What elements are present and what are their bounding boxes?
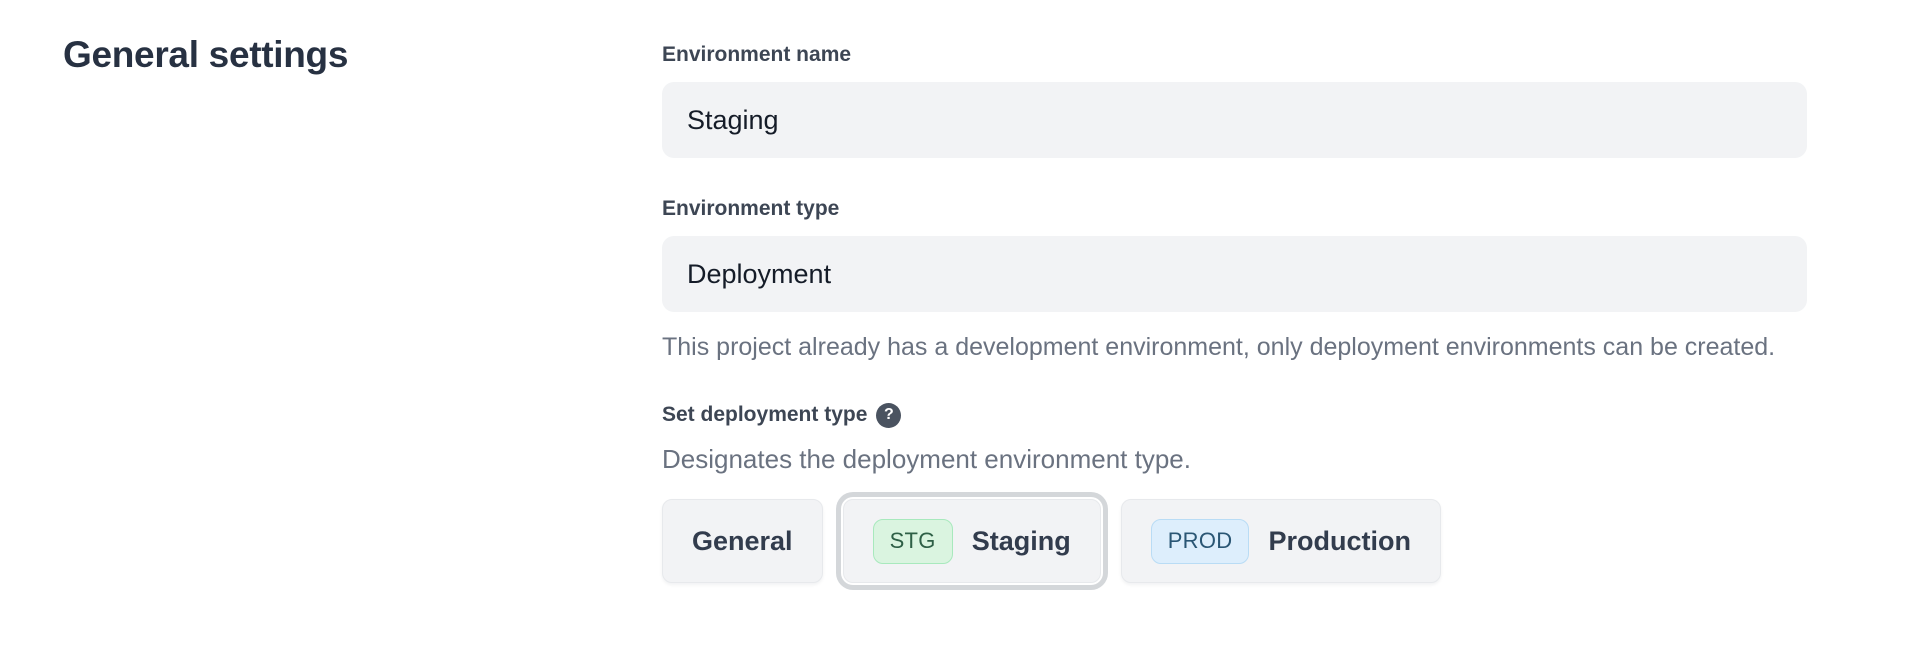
deployment-type-option-staging[interactable]: STG Staging	[843, 499, 1101, 583]
settings-form: Environment name Environment type This p…	[662, 0, 1807, 593]
deployment-type-section: Set deployment type ? Designates the dep…	[662, 402, 1807, 593]
environment-type-field-group: Environment type This project already ha…	[662, 196, 1807, 366]
settings-heading-column: General settings	[0, 0, 662, 593]
deployment-type-option-production[interactable]: PROD Production	[1121, 499, 1441, 583]
deployment-type-label: Set deployment type	[662, 402, 867, 428]
environment-name-input[interactable]	[662, 82, 1807, 158]
production-badge: PROD	[1151, 519, 1250, 564]
settings-page: General settings Environment name Enviro…	[0, 0, 1916, 593]
deployment-type-options: General STG Staging PROD Production	[662, 491, 1807, 593]
environment-type-input[interactable]	[662, 236, 1807, 312]
option-staging-label: Staging	[972, 526, 1071, 557]
deployment-type-label-row: Set deployment type ?	[662, 402, 1807, 428]
question-mark-icon[interactable]: ?	[876, 403, 901, 428]
option-production-label: Production	[1268, 526, 1411, 557]
environment-name-field-group: Environment name	[662, 42, 1807, 158]
environment-name-label: Environment name	[662, 42, 1807, 68]
environment-type-label: Environment type	[662, 196, 1807, 222]
deployment-type-description: Designates the deployment environment ty…	[662, 443, 1807, 475]
environment-type-help-text: This project already has a development e…	[662, 329, 1807, 366]
page-title: General settings	[63, 34, 662, 76]
deployment-type-option-general[interactable]: General	[662, 499, 823, 583]
option-general-label: General	[692, 526, 793, 557]
staging-badge: STG	[873, 519, 953, 564]
